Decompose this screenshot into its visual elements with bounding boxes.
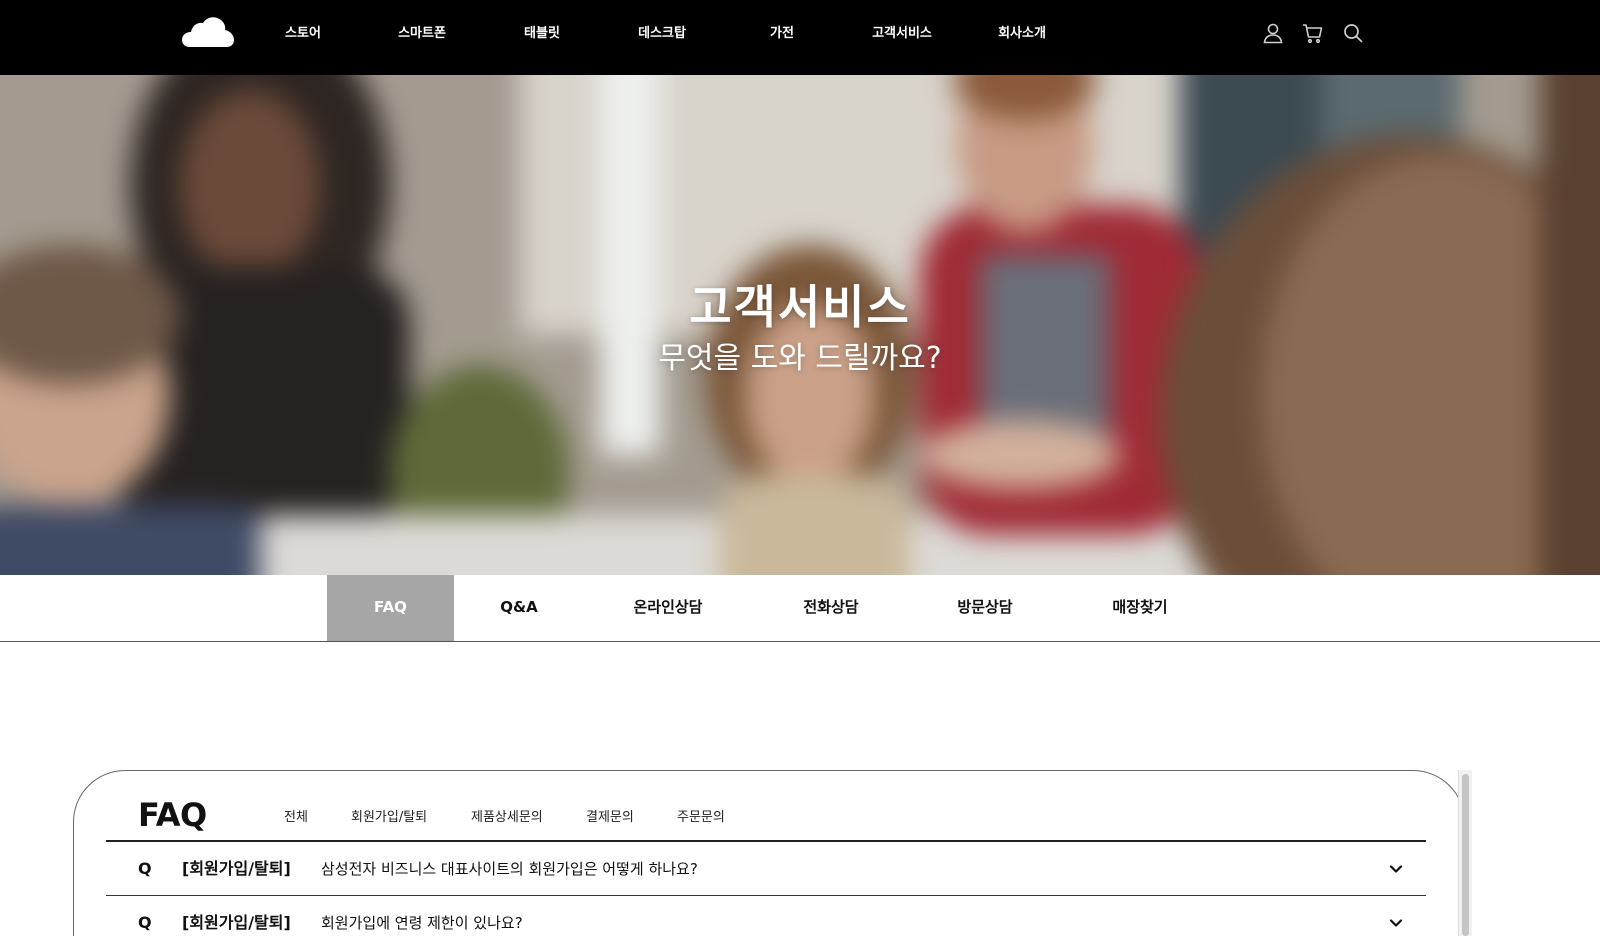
tab-online-consult[interactable]: 온라인상담 <box>608 575 728 641</box>
faq-question: 삼성전자 비즈니스 대표사이트의 회원가입은 어떻게 하나요? <box>321 860 698 878</box>
hero-subtitle: 무엇을 도와 드릴까요? <box>658 341 942 376</box>
cloud-logo-icon[interactable] <box>182 16 234 48</box>
tab-phone-consult[interactable]: 전화상담 <box>771 575 891 641</box>
tab-visit-consult[interactable]: 방문상담 <box>925 575 1045 641</box>
hero-banner: 고객서비스 무엇을 도와 드릴까요? <box>0 75 1600 575</box>
faq-category: [회원가입/탈퇴] <box>182 913 291 932</box>
nav-store[interactable]: 스토어 <box>248 0 358 70</box>
tab-store-locator[interactable]: 매장찾기 <box>1080 575 1200 641</box>
chevron-down-icon[interactable] <box>1388 915 1404 931</box>
faq-filter-payment[interactable]: 결제문의 <box>586 806 634 825</box>
faq-q-marker: Q <box>138 913 152 932</box>
faq-scrollbar-thumb[interactable] <box>1462 774 1469 936</box>
faq-question: 회원가입에 연령 제한이 있나요? <box>321 914 523 932</box>
nav-company[interactable]: 회사소개 <box>967 0 1077 70</box>
user-icon[interactable] <box>1262 22 1284 44</box>
service-tab-bar: FAQ Q&A 온라인상담 전화상담 방문상담 매장찾기 <box>0 575 1600 642</box>
faq-filter-order[interactable]: 주문문의 <box>677 806 725 825</box>
nav-appliance[interactable]: 가전 <box>727 0 837 70</box>
search-icon[interactable] <box>1342 22 1364 44</box>
faq-filter-membership[interactable]: 회원가입/탈퇴 <box>351 806 427 825</box>
cart-icon[interactable] <box>1302 22 1324 44</box>
tab-qna[interactable]: Q&A <box>470 575 568 641</box>
faq-filter-product[interactable]: 제품상세문의 <box>471 806 543 825</box>
faq-filter-all[interactable]: 전체 <box>284 806 308 825</box>
top-navigation-bar: 스토어 스마트폰 태블릿 데스크탑 가전 고객서비스 회사소개 <box>0 0 1600 75</box>
nav-customer-service[interactable]: 고객서비스 <box>847 0 957 70</box>
chevron-down-icon[interactable] <box>1388 861 1404 877</box>
nav-smartphone[interactable]: 스마트폰 <box>367 0 477 70</box>
faq-item[interactable]: Q [회원가입/탈퇴] 삼성전자 비즈니스 대표사이트의 회원가입은 어떻게 하… <box>106 842 1426 896</box>
hero-title: 고객서비스 <box>689 280 911 334</box>
nav-desktop[interactable]: 데스크탑 <box>607 0 717 70</box>
faq-heading: FAQ <box>138 796 207 834</box>
faq-category: [회원가입/탈퇴] <box>182 859 291 878</box>
nav-tablet[interactable]: 태블릿 <box>487 0 597 70</box>
faq-scrollbar[interactable] <box>1458 770 1472 936</box>
tab-faq[interactable]: FAQ <box>327 575 454 641</box>
faq-q-marker: Q <box>138 859 152 878</box>
faq-item[interactable]: Q [회원가입/탈퇴] 회원가입에 연령 제한이 있나요? <box>106 896 1426 936</box>
